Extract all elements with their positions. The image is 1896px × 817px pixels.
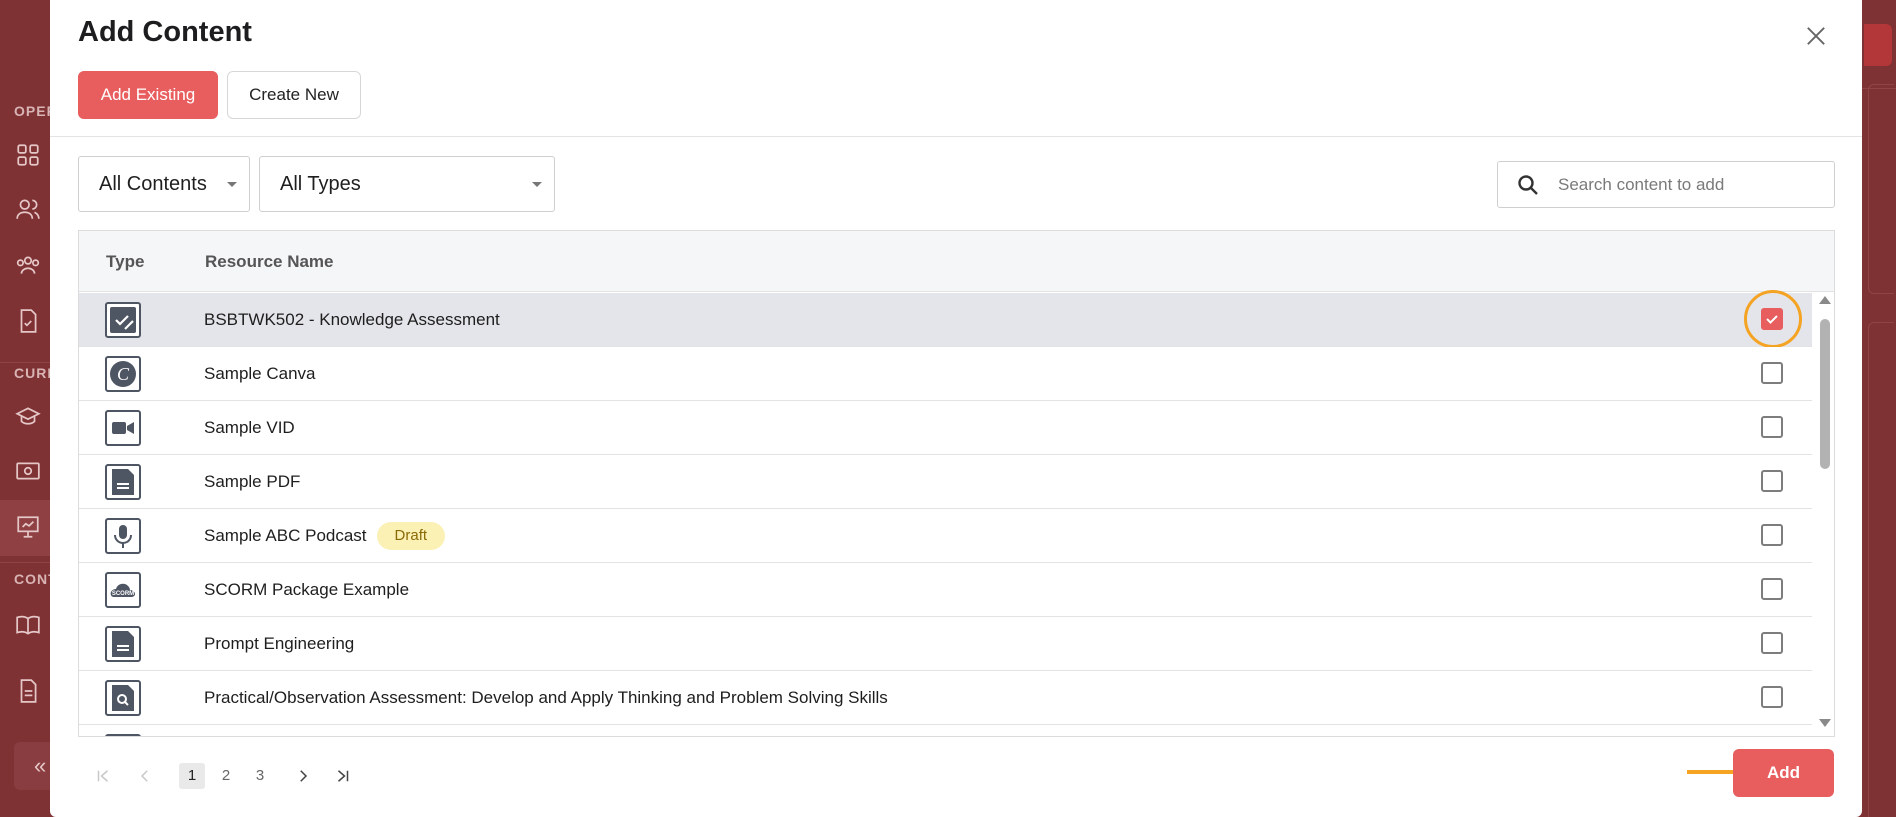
page-button[interactable]: 3 [247,763,273,789]
last-page-icon[interactable] [330,763,356,789]
next-page-icon[interactable] [290,763,316,789]
table-body: BSBTWK502 - Knowledge Assessment C Sampl… [79,290,1812,736]
table-row[interactable]: Sample ABC Podcast Draft [79,509,1812,563]
resource-name: BSBTWK502 - Knowledge Assessment [204,310,500,329]
background-content [1862,0,1896,817]
close-icon[interactable] [1802,22,1830,50]
observation-icon [105,680,141,716]
table-row[interactable]: Sample PDF [79,455,1812,509]
row-checkbox[interactable] [1761,362,1783,384]
column-header-resource-name: Resource Name [205,252,334,271]
resource-name: SCORM Package Example [204,580,410,599]
resource-name: Sample VID [204,418,295,437]
page-button[interactable]: 2 [213,763,239,789]
search-input[interactable] [1558,162,1828,207]
document-icon [105,734,141,736]
tab-add-existing[interactable]: Add Existing [78,71,218,119]
chevron-down-icon [532,182,542,187]
graduation-cap-icon [15,404,41,430]
add-content-modal: Add Content Add Existing Create New All … [50,0,1862,817]
scrollbar-thumb[interactable] [1820,319,1830,469]
assessment-icon [105,302,141,338]
contents-filter-select[interactable]: All Contents [78,156,250,212]
checkmark-icon [1766,315,1778,324]
microphone-icon [105,518,141,554]
users-icon [15,196,41,222]
row-checkbox[interactable] [1761,578,1783,600]
row-checkbox[interactable] [1761,524,1783,546]
page-button[interactable]: 1 [179,763,205,789]
document-icon [105,626,141,662]
resource-name: Sample ABC Podcast [204,526,367,545]
row-checkbox[interactable] [1761,686,1783,708]
resource-name: Sample Canva [204,364,316,383]
scroll-up-icon[interactable] [1819,296,1831,304]
types-filter-value: All Types [280,173,361,195]
money-icon [15,458,41,484]
previous-page-icon[interactable] [132,763,158,789]
row-checkbox[interactable] [1761,308,1783,330]
modal-title: Add Content [78,16,252,48]
resource-name: Prompt Engineering [204,634,355,653]
column-header-type: Type [106,252,145,271]
video-icon [105,410,141,446]
search-icon [1516,173,1540,197]
document-icon [105,464,141,500]
table-row[interactable]: BSBTWK502 - Knowledge Assessment [79,290,1812,348]
resource-name: Practical/Observation Assessment: Develo… [204,688,888,707]
chevron-down-icon [227,182,237,187]
first-page-icon[interactable] [90,763,116,789]
add-button[interactable]: Add [1733,749,1834,797]
resource-name: Sample PDF [204,472,301,491]
svg-text:C: C [117,364,130,384]
svg-text:SCORM: SCORM [112,591,134,597]
row-checkbox[interactable] [1761,632,1783,654]
contents-filter-value: All Contents [99,173,207,195]
scorm-icon: SCORM [105,572,141,608]
status-badge: Draft [376,521,446,550]
search-box [1497,161,1835,208]
file-icon [15,678,41,704]
table-scrollbar[interactable] [1816,293,1834,736]
types-filter-select[interactable]: All Types [259,156,555,212]
row-checkbox[interactable] [1761,416,1783,438]
table-row[interactable]: C Sample Canva [79,347,1812,401]
table-row[interactable]: Practical/Observation Assessment: Develo… [79,671,1812,725]
table-row[interactable] [79,725,1812,736]
book-icon [15,612,41,638]
content-table: Type Resource Name BSBTWK502 - Knowledge… [78,230,1835,737]
table-header: Type Resource Name [79,231,1834,292]
scroll-down-icon[interactable] [1819,719,1831,727]
grid-icon [15,142,41,168]
groups-icon [15,252,41,278]
checklist-icon [15,308,41,334]
divider [50,136,1862,137]
canva-icon: C [105,356,141,392]
presentation-icon [15,514,41,540]
table-row[interactable]: SCORM SCORM Package Example [79,563,1812,617]
tab-create-new[interactable]: Create New [227,71,361,119]
table-row[interactable]: Prompt Engineering [79,617,1812,671]
table-row[interactable]: Sample VID [79,401,1812,455]
row-checkbox[interactable] [1761,470,1783,492]
